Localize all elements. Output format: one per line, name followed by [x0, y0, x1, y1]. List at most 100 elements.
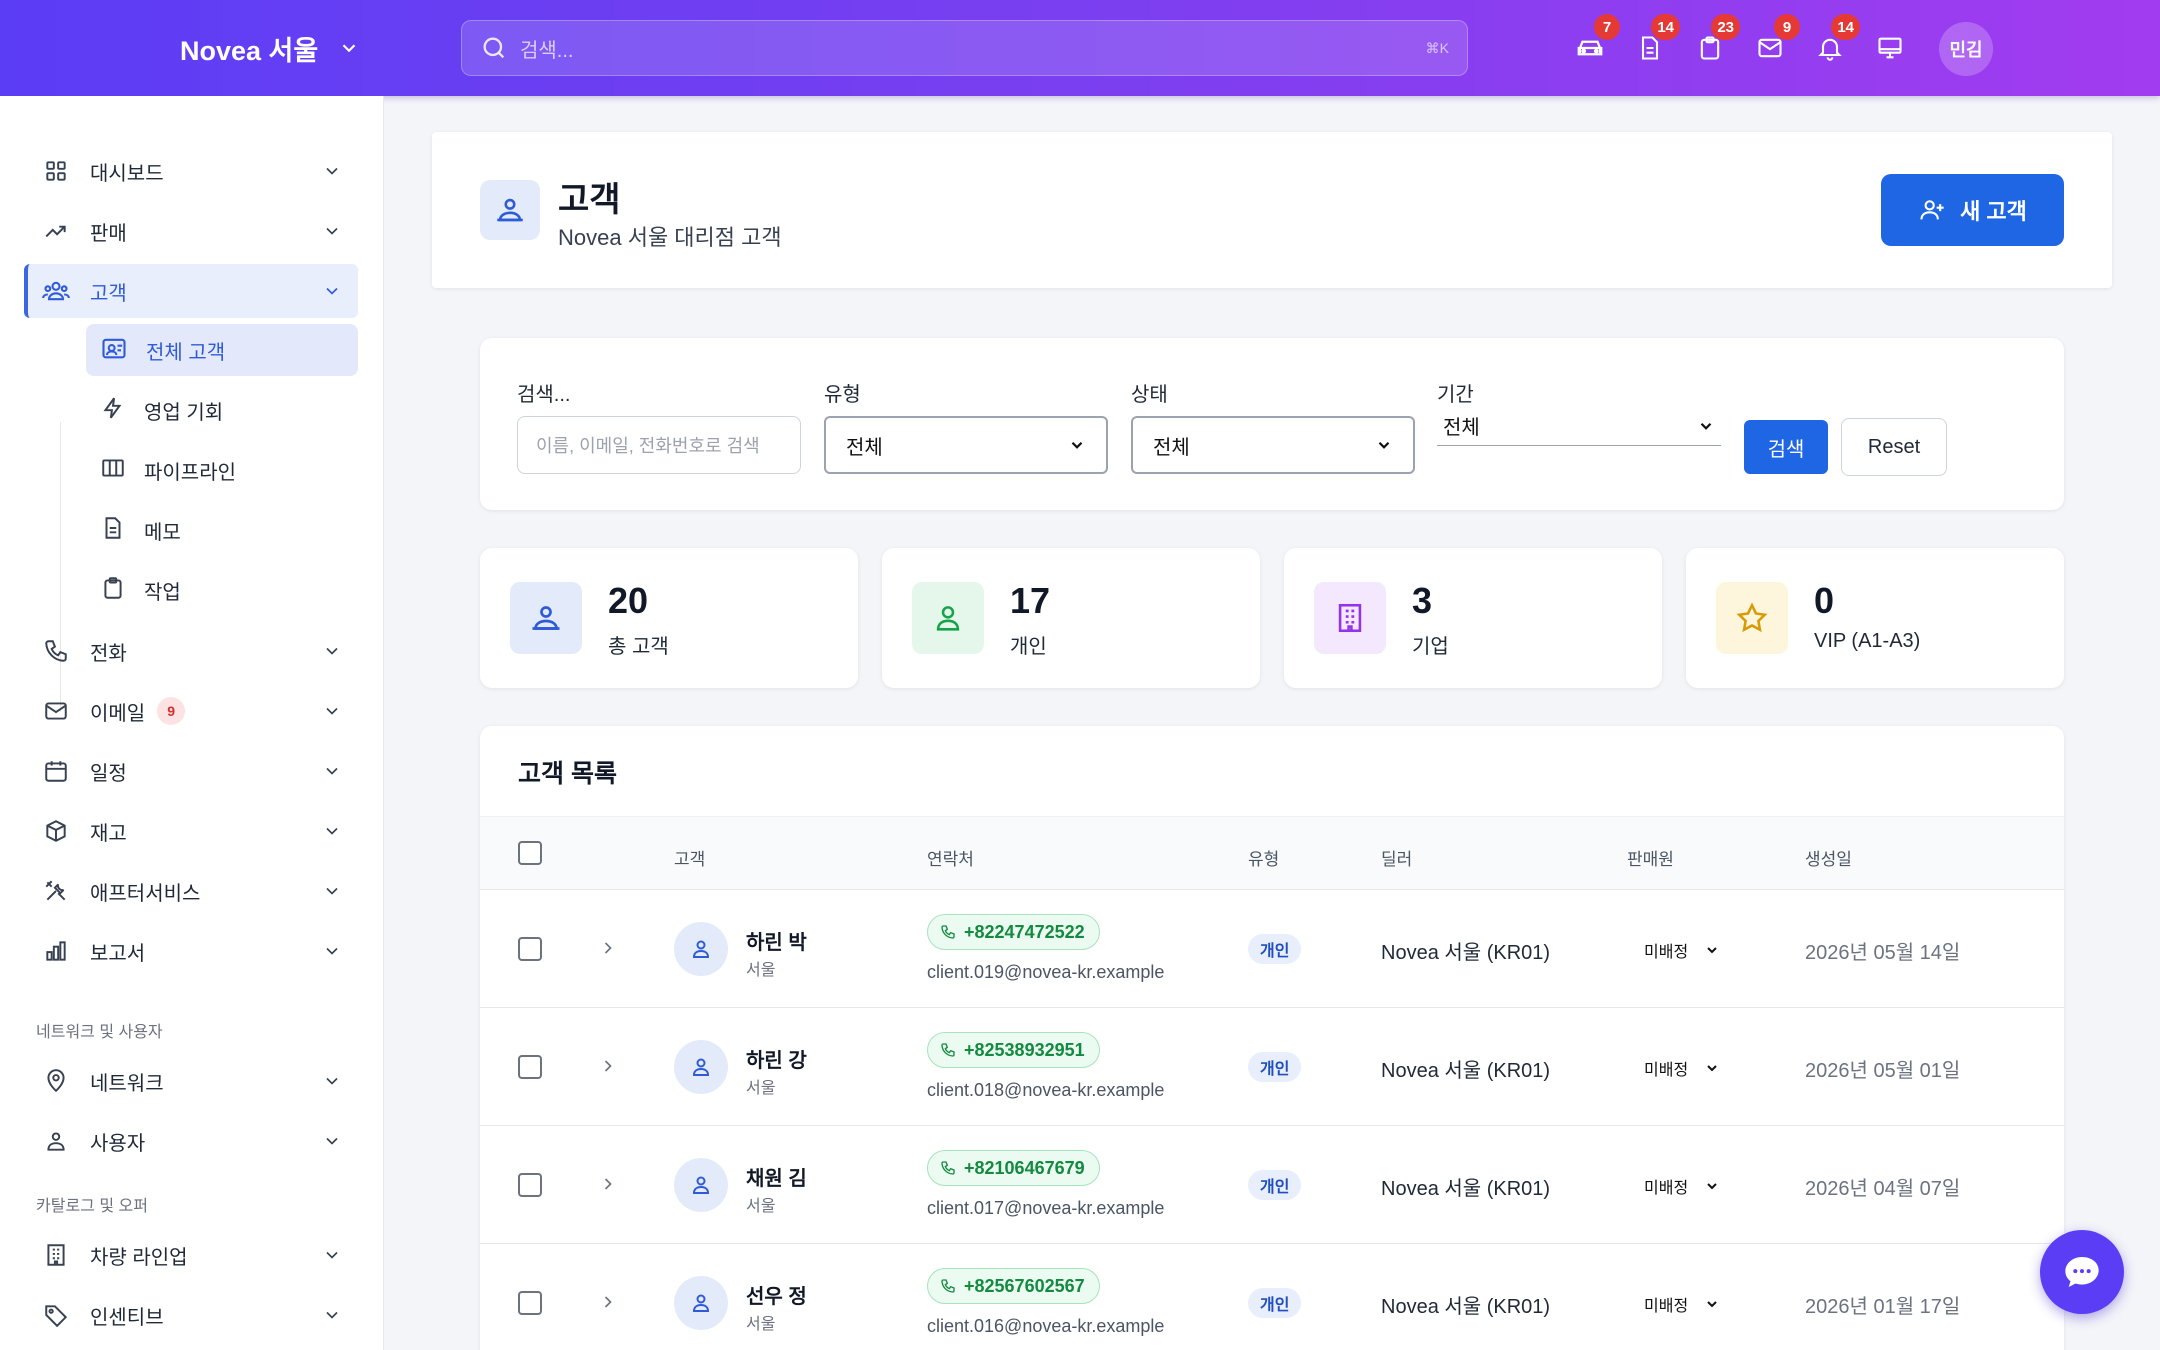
column-header-type[interactable]: 유형 — [1248, 845, 1279, 870]
chevron-down-icon — [1700, 422, 1712, 430]
sidebar-subitem-pipeline[interactable]: 파이프라인 — [86, 444, 358, 496]
monitor-icon[interactable] — [1872, 30, 1908, 66]
stat-label: 총 고객 — [608, 636, 669, 658]
column-header-seller[interactable]: 판매원 — [1627, 845, 1674, 870]
sidebar: 대시보드 판매 고객 전체 고객 영업 기회 파이프라인 메모 작업 전화 이메 — [0, 96, 384, 1350]
sidebar-item-users[interactable]: 사용자 — [24, 1114, 358, 1168]
sidebar-item-schedule[interactable]: 일정 — [24, 744, 358, 798]
user-avatar[interactable]: 민김 — [1939, 22, 1993, 76]
seller-dropdown[interactable]: 미배정 — [1644, 938, 1720, 962]
row-checkbox[interactable] — [518, 1173, 542, 1197]
table-row[interactable]: 하린 박 서울 +82247472522 client.019@novea-kr… — [480, 890, 2064, 1008]
sidebar-item-calls[interactable]: 전화 — [24, 624, 358, 678]
customer-search-input[interactable]: 이름, 이메일, 전화번호로 검색 — [517, 416, 801, 474]
row-checkbox[interactable] — [518, 1055, 542, 1079]
sidebar-subitem-tasks[interactable]: 작업 — [86, 564, 358, 616]
search-button[interactable]: 검색 — [1744, 420, 1828, 474]
sidebar-item-email[interactable]: 이메일 9 — [24, 684, 358, 738]
phone-icon — [941, 1279, 955, 1293]
created-date: 2026년 05월 01일 — [1805, 1060, 1961, 1082]
sidebar-item-label: 차량 라인업 — [90, 1246, 188, 1269]
sidebar-item-label: 대시보드 — [90, 162, 164, 185]
row-checkbox[interactable] — [518, 937, 542, 961]
seller-dropdown[interactable]: 미배정 — [1644, 1292, 1720, 1316]
column-header-customer[interactable]: 고객 — [674, 845, 705, 870]
column-header-dealer[interactable]: 딜러 — [1381, 845, 1412, 870]
type-select[interactable]: 전체 — [824, 416, 1108, 474]
bell-icon[interactable]: 14 — [1812, 14, 1860, 66]
column-header-contact[interactable]: 연락처 — [927, 845, 974, 870]
type-badge: 개인 — [1248, 1288, 1302, 1318]
table-row[interactable]: 하린 강 서울 +82538932951 client.018@novea-kr… — [480, 1008, 2064, 1126]
sidebar-subitem-label: 작업 — [144, 581, 181, 604]
phone-chip[interactable]: +82567602567 — [927, 1268, 1100, 1304]
customer-name[interactable]: 하린 강 — [746, 1044, 807, 1073]
customer-name[interactable]: 채원 김 — [746, 1162, 807, 1191]
sidebar-item-vehicle-lineup[interactable]: 차량 라인업 — [24, 1228, 358, 1282]
phone-chip[interactable]: +82247472522 — [927, 914, 1100, 950]
stat-label: 개인 — [1010, 636, 1047, 658]
sidebar-item-network[interactable]: 네트워크 — [24, 1054, 358, 1108]
sidebar-subitem-label: 전체 고객 — [146, 341, 226, 364]
sidebar-subitem-label: 메모 — [144, 521, 181, 544]
sidebar-item-incentives[interactable]: 인센티브 — [24, 1288, 358, 1342]
global-search-input[interactable]: 검색... ⌘K — [461, 20, 1468, 76]
column-header-created[interactable]: 생성일 — [1805, 845, 1852, 870]
stat-label: 기업 — [1412, 636, 1449, 658]
customer-email[interactable]: client.016@novea-kr.example — [927, 1316, 1164, 1337]
mail-icon[interactable]: 9 — [1752, 14, 1800, 66]
user-icon — [912, 582, 984, 654]
stat-label: VIP (A1-A3) — [1814, 630, 1921, 652]
sidebar-item-dashboard[interactable]: 대시보드 — [24, 144, 358, 198]
chevron-right-icon[interactable] — [598, 1174, 618, 1194]
sidebar-item-after-service[interactable]: 애프터서비스 — [24, 864, 358, 918]
seller-dropdown[interactable]: 미배정 — [1644, 1056, 1720, 1080]
customer-email[interactable]: client.018@novea-kr.example — [927, 1080, 1164, 1101]
seller-value: 미배정 — [1644, 1180, 1689, 1197]
row-checkbox[interactable] — [518, 1291, 542, 1315]
sidebar-item-reports[interactable]: 보고서 — [24, 924, 358, 978]
sidebar-item-label: 고객 — [90, 282, 127, 305]
chevron-down-icon — [326, 947, 338, 955]
chevron-right-icon[interactable] — [598, 1056, 618, 1076]
customer-email[interactable]: client.019@novea-kr.example — [927, 962, 1164, 983]
building-icon — [42, 1241, 70, 1269]
chevron-right-icon[interactable] — [598, 1292, 618, 1312]
dealer-switcher[interactable]: Novea 서울 — [180, 28, 360, 68]
page-header: 고객 Novea 서울 대리점 고객 새 고객 — [432, 132, 2112, 288]
sidebar-item-label: 재고 — [90, 822, 127, 845]
sidebar-subitem-notes[interactable]: 메모 — [86, 504, 358, 556]
chat-button[interactable] — [2040, 1230, 2124, 1314]
sidebar-subitem-opportunities[interactable]: 영업 기회 — [86, 384, 358, 436]
phone-number: +82538932951 — [964, 1039, 1085, 1060]
table-row[interactable]: 선우 정 서울 +82567602567 client.016@novea-kr… — [480, 1244, 2064, 1350]
seller-dropdown[interactable]: 미배정 — [1644, 1174, 1720, 1198]
sidebar-subitem-all-customers[interactable]: 전체 고객 — [86, 324, 358, 376]
document-icon[interactable]: 14 — [1632, 14, 1680, 66]
clipboard-icon[interactable]: 23 — [1692, 14, 1740, 66]
reset-button[interactable]: Reset — [1841, 418, 1947, 476]
phone-chip[interactable]: +82106467679 — [927, 1150, 1100, 1186]
select-all-checkbox[interactable] — [518, 841, 542, 865]
sidebar-item-sales[interactable]: 판매 — [24, 204, 358, 258]
chevron-right-icon[interactable] — [598, 938, 618, 958]
contact-card-icon — [100, 334, 128, 367]
customer-name[interactable]: 하린 박 — [746, 926, 807, 955]
customer-name[interactable]: 선우 정 — [746, 1280, 807, 1309]
sidebar-item-customers[interactable]: 고객 — [24, 264, 358, 318]
brand-name: Novea 서울 — [180, 35, 319, 66]
table-row[interactable]: 채원 김 서울 +82106467679 client.017@novea-kr… — [480, 1126, 2064, 1244]
search-shortcut: ⌘K — [1425, 39, 1449, 56]
chevron-down-icon — [326, 767, 338, 775]
period-select[interactable]: 전체 — [1437, 406, 1721, 446]
phone-chip[interactable]: +82538932951 — [927, 1032, 1100, 1068]
new-customer-button[interactable]: 새 고객 — [1881, 174, 2064, 246]
sidebar-item-inventory[interactable]: 재고 — [24, 804, 358, 858]
table-title: 고객 목록 — [518, 760, 617, 788]
car-icon[interactable]: 7 — [1572, 14, 1620, 66]
status-select[interactable]: 전체 — [1131, 416, 1415, 474]
chart-icon — [42, 937, 70, 965]
customer-email[interactable]: client.017@novea-kr.example — [927, 1198, 1164, 1219]
customer-city: 서울 — [746, 1080, 776, 1097]
type-badge: 개인 — [1248, 1170, 1302, 1200]
